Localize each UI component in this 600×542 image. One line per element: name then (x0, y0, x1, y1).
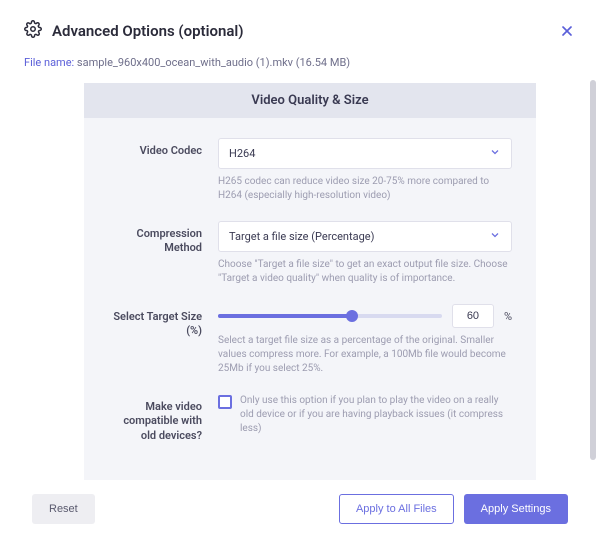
compression-method-value: Target a file size (Percentage) (229, 230, 374, 243)
settings-panel: Video Quality & Size Video Codec H264 H2… (84, 83, 536, 480)
video-codec-select[interactable]: H264 (218, 138, 512, 169)
chevron-down-icon (489, 146, 501, 161)
apply-all-button[interactable]: Apply to All Files (339, 494, 454, 524)
chevron-down-icon (489, 229, 501, 244)
compat-checkbox[interactable] (218, 395, 232, 409)
modal-title: Advanced Options (optional) (52, 22, 244, 40)
target-size-help: Select a target file size as a percentag… (218, 334, 512, 376)
scrollbar[interactable] (590, 80, 596, 460)
compression-method-select[interactable]: Target a file size (Percentage) (218, 221, 512, 252)
compression-method-label: Compression Method (108, 221, 218, 286)
target-size-label: Select Target Size (%) (108, 304, 218, 376)
slider-thumb[interactable] (346, 310, 358, 322)
panel-title: Video Quality & Size (84, 83, 536, 118)
video-codec-label: Video Codec (108, 138, 218, 203)
target-size-row: Select Target Size (%) % Select a target… (108, 304, 512, 376)
file-info: File name: sample_960x400_ocean_with_aud… (24, 56, 576, 69)
compat-row: Make video compatible with old devices? … (108, 394, 512, 443)
modal-footer: Reset Apply to All Files Apply Settings (32, 480, 568, 524)
video-codec-help: H265 codec can reduce video size 20-75% … (218, 175, 512, 203)
target-size-slider[interactable] (218, 314, 442, 318)
gear-icon (24, 20, 42, 42)
compat-help: Only use this option if you plan to play… (240, 394, 512, 436)
reset-button[interactable]: Reset (32, 494, 95, 524)
file-name-value: sample_960x400_ocean_with_audio (1).mkv … (77, 56, 350, 69)
percent-symbol: % (504, 310, 512, 323)
video-codec-value: H264 (229, 147, 255, 160)
compression-method-help: Choose "Target a file size" to get an ex… (218, 258, 512, 286)
target-size-input[interactable] (452, 304, 494, 328)
video-codec-row: Video Codec H264 H265 codec can reduce v… (108, 138, 512, 203)
compat-label: Make video compatible with old devices? (108, 394, 218, 443)
modal-header: Advanced Options (optional) (24, 20, 576, 42)
file-name-label: File name: (24, 56, 77, 69)
compression-method-row: Compression Method Target a file size (P… (108, 221, 512, 286)
close-button[interactable] (558, 22, 576, 40)
apply-settings-button[interactable]: Apply Settings (464, 494, 568, 524)
